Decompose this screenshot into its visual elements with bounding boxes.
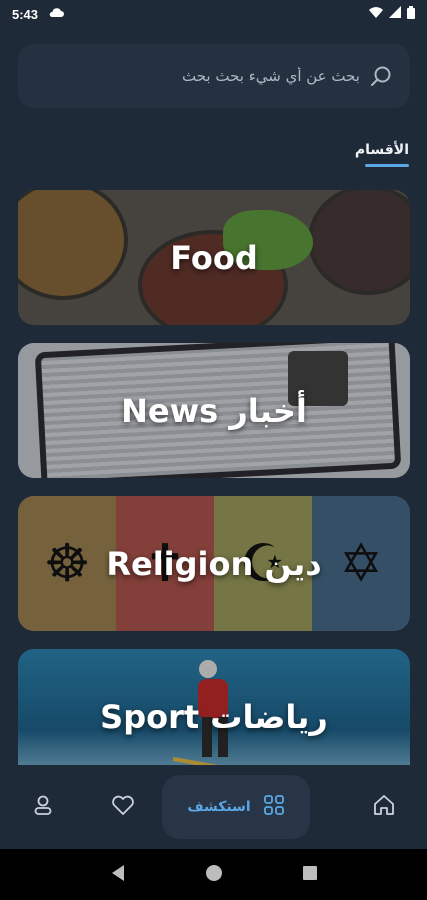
heart-icon bbox=[111, 794, 135, 820]
category-card-religion[interactable]: ☸ ✝ ☪ ✡ Religion دين bbox=[18, 496, 410, 631]
signal-icon bbox=[389, 6, 401, 22]
tab-sections[interactable]: الأقسام bbox=[355, 142, 409, 167]
profile-icon bbox=[32, 794, 54, 820]
nav-home[interactable] bbox=[359, 782, 409, 832]
nav-favorites[interactable] bbox=[98, 782, 148, 832]
category-title: Religion دين bbox=[106, 544, 322, 583]
category-title: News أخبار bbox=[121, 391, 307, 430]
category-card-news[interactable]: News أخبار bbox=[18, 343, 410, 478]
explore-label: استكشف bbox=[187, 799, 251, 815]
section-label: الأقسام bbox=[354, 142, 409, 158]
bottom-navigation: استكشف bbox=[0, 765, 427, 849]
back-icon[interactable] bbox=[110, 864, 126, 886]
system-navigation-bar bbox=[0, 849, 427, 900]
battery-icon bbox=[407, 5, 415, 23]
home-icon bbox=[372, 794, 396, 820]
home-circle-icon[interactable] bbox=[205, 864, 223, 886]
status-time: 5:43 bbox=[12, 6, 39, 22]
category-list: Food News أخبار ☸ ✝ ☪ ✡ Religion دين Spo… bbox=[18, 190, 410, 765]
nav-explore[interactable]: استكشف bbox=[162, 775, 310, 839]
status-bar: 5:43 bbox=[0, 0, 427, 28]
recents-icon[interactable] bbox=[302, 865, 318, 885]
nav-profile[interactable] bbox=[18, 782, 68, 832]
cloud-icon bbox=[48, 7, 65, 21]
wifi-icon bbox=[369, 6, 383, 22]
search-icon bbox=[370, 65, 392, 87]
category-card-sport[interactable]: Sport رياضات bbox=[18, 649, 410, 765]
search-input[interactable] bbox=[60, 67, 360, 85]
category-title: Food bbox=[170, 238, 258, 277]
grid-icon bbox=[263, 794, 285, 820]
search-bar[interactable] bbox=[18, 44, 410, 108]
category-card-food[interactable]: Food bbox=[18, 190, 410, 325]
tab-underline bbox=[365, 164, 409, 167]
category-title: Sport رياضات bbox=[100, 697, 328, 736]
